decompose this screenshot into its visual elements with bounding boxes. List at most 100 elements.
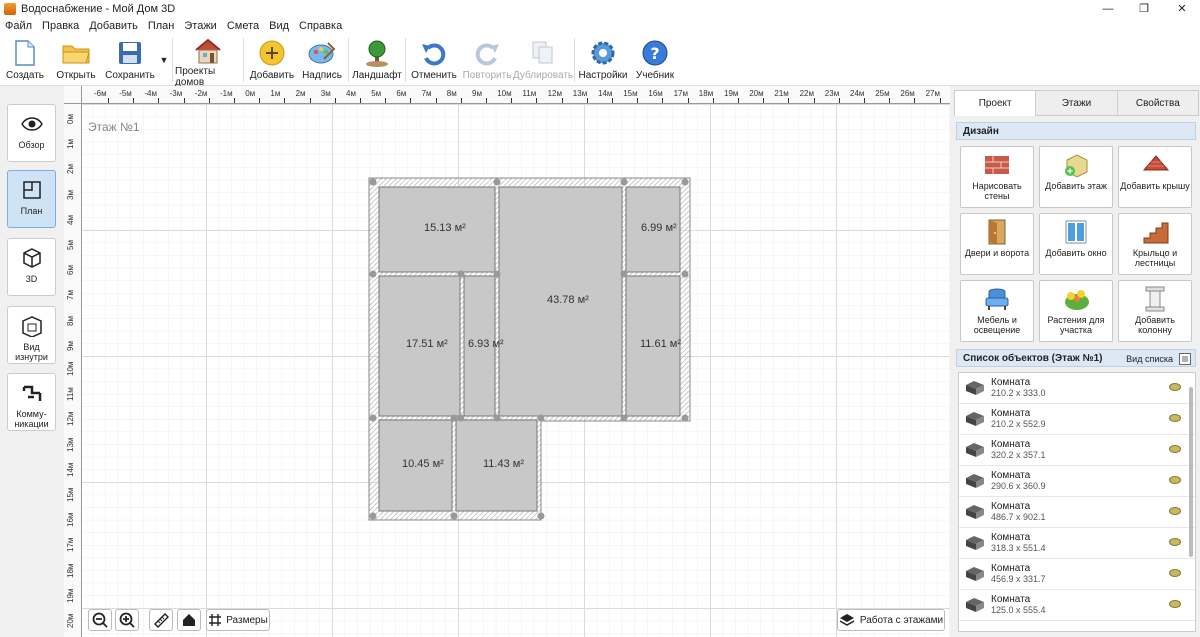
- ruler-tick: [208, 98, 210, 103]
- list-view-icon[interactable]: [1179, 353, 1191, 365]
- view-3d-button[interactable]: 3D: [7, 238, 56, 296]
- ruler-tick-label: 11м: [66, 387, 75, 402]
- object-list-scrollbar[interactable]: [1189, 387, 1193, 557]
- list-item[interactable]: Комната 290.6 x 360.9: [959, 466, 1195, 497]
- zoom-out-button[interactable]: [88, 609, 112, 631]
- add-column-button[interactable]: Добавить колонну: [1118, 280, 1192, 342]
- tab-project[interactable]: Проект: [954, 90, 1037, 116]
- ruler-tick: [586, 98, 588, 103]
- create-button[interactable]: Создать: [0, 34, 50, 86]
- undo-button[interactable]: Отменить: [408, 34, 460, 86]
- ruler-tick-label: 11м: [522, 89, 537, 98]
- tutorial-button[interactable]: ? Учебник: [629, 34, 681, 86]
- visibility-eye-icon[interactable]: [1169, 445, 1181, 453]
- furniture-lighting-label: Мебель и освещение: [973, 315, 1021, 335]
- ruler-tick-label: 3м: [66, 189, 75, 200]
- visibility-eye-icon[interactable]: [1169, 569, 1181, 577]
- settings-button[interactable]: Настройки: [577, 34, 629, 86]
- floors-work-button[interactable]: Работа с этажами: [837, 609, 945, 631]
- ruler-tick: [334, 98, 336, 103]
- add-floor-button[interactable]: Добавить этаж: [1039, 146, 1113, 208]
- menu-help[interactable]: Справка: [294, 20, 347, 32]
- close-button[interactable]: ✕: [1164, 0, 1200, 18]
- add-floor-label: Добавить этаж: [1045, 181, 1107, 191]
- maximize-button[interactable]: ❐: [1126, 0, 1162, 18]
- add-window-button[interactable]: Добавить окно: [1039, 213, 1113, 275]
- plus-circle-icon: [257, 38, 287, 68]
- ruler-tick: [763, 98, 765, 103]
- plants-button[interactable]: Растения для участка: [1039, 280, 1113, 342]
- duplicate-button[interactable]: Дублировать: [513, 34, 573, 86]
- object-dimensions: 210.2 x 333.0: [991, 388, 1046, 398]
- menu-edit[interactable]: Правка: [37, 20, 84, 32]
- tab-floors[interactable]: Этажи: [1035, 90, 1118, 116]
- tab-properties[interactable]: Свойства: [1116, 90, 1199, 116]
- menu-file[interactable]: Файл: [0, 20, 37, 32]
- menu-estimate[interactable]: Смета: [222, 20, 264, 32]
- ruler-tick-label: 4м: [66, 214, 75, 225]
- menu-floors[interactable]: Этажи: [179, 20, 221, 32]
- ruler-tick-label: 6м: [396, 89, 407, 98]
- plan-button[interactable]: План: [7, 170, 56, 228]
- list-item[interactable]: Комната 210.2 x 552.9: [959, 404, 1195, 435]
- home-view-button[interactable]: [177, 609, 201, 631]
- ruler-tick-label: 1м: [270, 89, 281, 98]
- list-item[interactable]: Комната 210.2 x 333.0: [959, 373, 1195, 404]
- add-column-label: Добавить колонну: [1135, 315, 1175, 335]
- open-button[interactable]: Открыть: [50, 34, 102, 86]
- window-icon: [1063, 219, 1089, 245]
- add-roof-button[interactable]: Добавить крышу: [1118, 146, 1192, 208]
- house-projects-button[interactable]: Проекты домов: [175, 34, 241, 88]
- list-view-link[interactable]: Вид списка: [1126, 350, 1173, 368]
- overview-button[interactable]: Обзор: [7, 104, 56, 162]
- redo-icon: [472, 38, 502, 68]
- zoom-in-button[interactable]: [115, 609, 139, 631]
- ruler-tick-label: -2м: [194, 89, 208, 98]
- measure-button[interactable]: [149, 609, 173, 631]
- list-item[interactable]: Комната 320.2 x 357.1: [959, 435, 1195, 466]
- room-area-label: 10.45 м²: [402, 458, 444, 470]
- list-item[interactable]: Комната 125.0 x 555.4: [959, 590, 1195, 621]
- list-item[interactable]: Комната 486.7 x 902.1: [959, 497, 1195, 528]
- new-file-icon: [10, 38, 40, 68]
- visibility-eye-icon[interactable]: [1169, 476, 1181, 484]
- visibility-eye-icon[interactable]: [1169, 600, 1181, 608]
- redo-button[interactable]: Повторить: [460, 34, 514, 86]
- list-item[interactable]: Комната 318.3 x 551.4: [959, 528, 1195, 559]
- list-item[interactable]: Комната 456.9 x 331.7: [959, 559, 1195, 590]
- text-label-button[interactable]: Надпись: [298, 34, 346, 86]
- ruler-tick-label: 13м: [66, 437, 75, 452]
- inside-view-button[interactable]: Вид изнутри: [7, 306, 56, 364]
- communications-button[interactable]: Комму-никации: [7, 373, 56, 431]
- save-button[interactable]: Сохранить: [102, 34, 158, 86]
- plan-canvas[interactable]: 15.13 м² 6.99 м² 43.78 м² 17.51 м² 6.93 …: [64, 86, 950, 637]
- inside-view-label: Вид изнутри: [15, 342, 48, 362]
- add-button[interactable]: Добавить: [246, 34, 298, 86]
- draw-walls-button[interactable]: Нарисовать стены: [960, 146, 1034, 208]
- visibility-eye-icon[interactable]: [1169, 538, 1181, 546]
- visibility-eye-icon[interactable]: [1169, 383, 1181, 391]
- doors-gates-button[interactable]: Двери и ворота: [960, 213, 1034, 275]
- ruler-tick-label: 25м: [875, 89, 890, 98]
- home-icon: [183, 614, 195, 626]
- menu-add[interactable]: Добавить: [84, 20, 143, 32]
- ruler-tick-label: 17м: [66, 537, 75, 553]
- redo-label: Повторить: [462, 70, 512, 81]
- porch-stairs-button[interactable]: Крыльцо и лестницы: [1118, 213, 1192, 275]
- save-dropdown-chevron-icon[interactable]: ▼: [158, 34, 170, 86]
- plants-label: Растения для участка: [1047, 315, 1105, 335]
- ruler-tick-label: 21м: [774, 89, 789, 98]
- menu-view[interactable]: Вид: [264, 20, 294, 32]
- dimensions-button[interactable]: Размеры: [206, 609, 270, 631]
- menu-plan[interactable]: План: [143, 20, 180, 32]
- landscape-button[interactable]: Ландшафт: [351, 34, 403, 86]
- furniture-lighting-button[interactable]: Мебель и освещение: [960, 280, 1034, 342]
- ruler-tick-label: 13м: [572, 89, 588, 98]
- ruler-tick-label: 15м: [623, 89, 638, 98]
- house-icon: [193, 38, 223, 64]
- ruler-tick: [914, 98, 916, 103]
- visibility-eye-icon[interactable]: [1169, 414, 1181, 422]
- minimize-button[interactable]: —: [1090, 0, 1126, 18]
- object-name: Комната: [991, 501, 1031, 512]
- visibility-eye-icon[interactable]: [1169, 507, 1181, 515]
